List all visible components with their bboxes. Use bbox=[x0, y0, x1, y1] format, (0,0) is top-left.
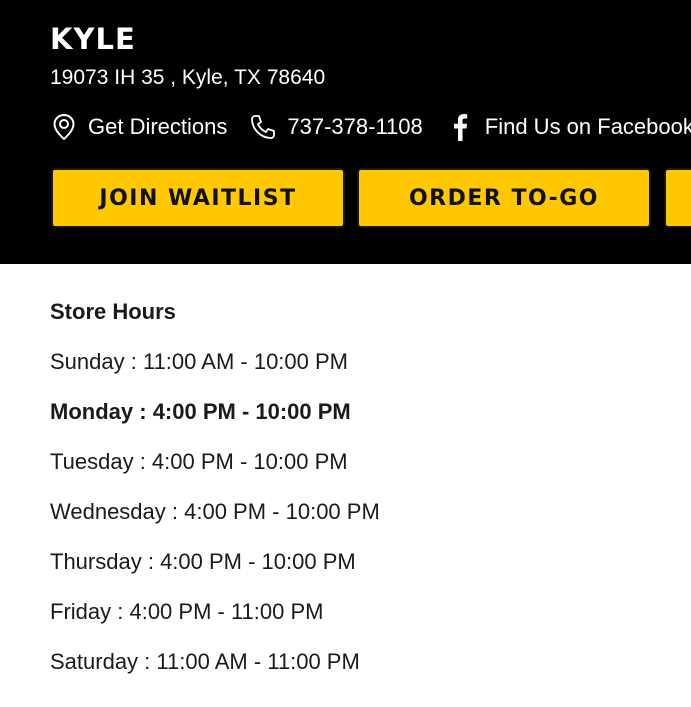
hours-day: Monday bbox=[50, 399, 134, 424]
hours-day: Thursday bbox=[50, 549, 142, 574]
join-waitlist-button[interactable]: JOIN WAITLIST bbox=[51, 168, 345, 228]
facebook-icon bbox=[451, 112, 469, 142]
hours-day: Saturday bbox=[50, 649, 139, 674]
hours-row-tuesday: Tuesday : 4:00 PM - 10:00 PM bbox=[50, 449, 348, 474]
facebook-link[interactable]: Find Us on Facebook bbox=[451, 112, 691, 142]
hours-day: Friday bbox=[50, 599, 112, 624]
store-name: KYLE bbox=[50, 22, 136, 56]
hours-time: 11:00 AM - 10:00 PM bbox=[142, 349, 349, 374]
hours-list: Sunday : 11:00 AM - 10:00 PM Monday : 4:0… bbox=[50, 346, 380, 678]
hours-day: Tuesday bbox=[50, 449, 134, 474]
hours-time: 4:00 PM - 11:00 PM bbox=[129, 599, 324, 624]
hours-row-monday: Monday : 4:00 PM - 10:00 PM bbox=[50, 399, 351, 424]
phone-link[interactable]: 737-378-1108 bbox=[249, 112, 423, 142]
hours-time: 4:00 PM - 10:00 PM bbox=[152, 399, 351, 424]
hours-time: 4:00 PM - 10:00 PM bbox=[160, 549, 356, 574]
hours-time: 11:00 AM - 11:00 PM bbox=[156, 649, 360, 674]
hours-row-thursday: Thursday : 4:00 PM - 10:00 PM bbox=[50, 549, 356, 574]
map-pin-icon bbox=[50, 112, 78, 142]
hours-day: Sunday bbox=[50, 349, 125, 374]
phone-number: 737-378-1108 bbox=[287, 114, 423, 139]
hours-time: 4:00 PM - 10:00 PM bbox=[151, 449, 348, 474]
hours-time: 4:00 PM - 10:00 PM bbox=[184, 499, 380, 524]
store-header: KYLE 19073 IH 35 , Kyle, TX 78640 Get Di… bbox=[0, 0, 691, 264]
hours-row-friday: Friday : 4:00 PM - 11:00 PM bbox=[50, 599, 324, 624]
phone-icon bbox=[249, 112, 277, 142]
hours-day: Wednesday bbox=[50, 499, 166, 524]
get-directions-link[interactable]: Get Directions bbox=[50, 112, 227, 142]
hours-row-wednesday: Wednesday : 4:00 PM - 10:00 PM bbox=[50, 499, 380, 524]
hours-row-saturday: Saturday : 11:00 AM - 11:00 PM bbox=[50, 649, 360, 674]
next-action-button[interactable] bbox=[664, 168, 691, 228]
contact-row: Get Directions 737-378-1108 Find Us on F… bbox=[50, 110, 691, 144]
hours-row-sunday: Sunday : 11:00 AM - 10:00 PM bbox=[50, 349, 349, 374]
order-to-go-button[interactable]: ORDER TO-GO bbox=[357, 168, 651, 228]
facebook-label: Find Us on Facebook bbox=[484, 114, 691, 139]
store-address: 19073 IH 35 , Kyle, TX 78640 bbox=[50, 66, 326, 89]
store-hours: Store Hours Sunday : 11:00 AM - 10:00 PM… bbox=[50, 296, 380, 696]
store-hours-title: Store Hours bbox=[50, 299, 176, 324]
get-directions-label: Get Directions bbox=[88, 114, 228, 139]
